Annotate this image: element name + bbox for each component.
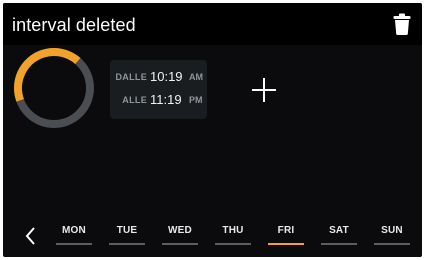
plus-icon: [252, 78, 276, 102]
interval-time-card[interactable]: DALLE 10:19 AM ALLE 11:19 PM: [110, 60, 207, 119]
to-ampm: PM: [189, 95, 203, 105]
add-interval-button[interactable]: [250, 76, 278, 104]
ring-progress-arc: [14, 48, 94, 128]
day-underline: [162, 243, 198, 245]
day-underline: [321, 243, 357, 245]
trash-icon[interactable]: [393, 13, 411, 35]
previous-button[interactable]: [23, 225, 39, 247]
interval-ring: [12, 46, 96, 130]
day-underline: [109, 243, 145, 245]
day-tab-thu[interactable]: THU: [215, 221, 251, 249]
from-ampm: AM: [189, 72, 203, 82]
page-title: interval deleted: [12, 15, 136, 35]
day-underline: [374, 243, 410, 245]
day-tab-mon[interactable]: MON: [56, 221, 92, 249]
to-label: ALLE: [122, 95, 147, 105]
day-tab-wed[interactable]: WED: [162, 221, 198, 249]
day-underline: [215, 243, 251, 245]
day-underline: [268, 243, 304, 245]
to-time-row: ALLE 11:19 PM: [110, 91, 207, 111]
from-time: 10:19: [150, 69, 183, 84]
header-bar: interval deleted: [3, 3, 422, 45]
day-label: WED: [168, 225, 192, 236]
day-label: TUE: [116, 225, 138, 236]
to-time: 11:19: [150, 92, 182, 107]
day-label: SAT: [329, 225, 349, 236]
day-underline: [56, 243, 92, 245]
day-tab-sun[interactable]: SUN: [374, 221, 410, 249]
day-tab-fri[interactable]: FRI: [268, 221, 304, 249]
from-time-row: DALLE 10:19 AM: [110, 68, 207, 88]
day-tab-sat[interactable]: SAT: [321, 221, 357, 249]
day-tab-tue[interactable]: TUE: [109, 221, 145, 249]
from-label: DALLE: [115, 72, 147, 82]
day-label: FRI: [277, 225, 295, 236]
day-label: MON: [62, 225, 86, 236]
day-label: THU: [222, 225, 244, 236]
timer-screen: interval deleted DALLE 10:19 AM ALLE 11:…: [3, 3, 422, 257]
day-label: SUN: [381, 225, 403, 236]
chevron-left-icon: [25, 227, 35, 245]
